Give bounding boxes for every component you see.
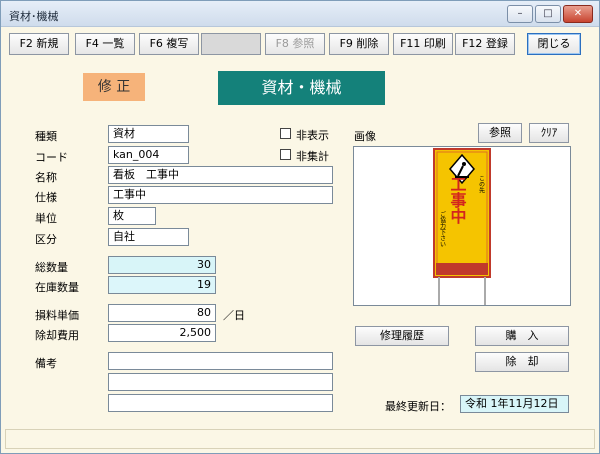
rental-price-label: 損料単価 xyxy=(35,309,79,322)
list-button[interactable]: F4 一覧 xyxy=(75,33,135,55)
spec-label: 仕様 xyxy=(35,191,57,204)
last-updated-label: 最終更新日： xyxy=(385,400,451,413)
blank-button xyxy=(201,33,261,55)
mode-badge: 修 正 xyxy=(83,73,145,101)
sign-side-text: ご協力下さい xyxy=(439,210,446,247)
division-label: 区分 xyxy=(35,233,57,246)
stock-qty-label: 在庫数量 xyxy=(35,281,79,294)
page-title: 資材・機械 xyxy=(218,71,385,105)
copy-button[interactable]: F6 複写 xyxy=(139,33,199,55)
image-label: 画像 xyxy=(354,130,376,143)
hidden-checkbox[interactable] xyxy=(280,128,291,139)
not-aggregated-checkbox[interactable] xyxy=(280,149,291,160)
rental-price-field[interactable]: 80 xyxy=(108,304,216,322)
status-bar xyxy=(5,429,595,449)
print-button[interactable]: F11 印刷 xyxy=(393,33,453,55)
name-label: 名称 xyxy=(35,171,57,184)
not-aggregated-checkbox-label: 非集計 xyxy=(296,150,329,163)
close-window-button[interactable]: ✕ xyxy=(563,5,593,23)
construction-sign-image: 工事中 この先 ご協力下さい xyxy=(433,148,491,305)
title-bar: 資材･機械 – □ ✕ xyxy=(1,1,599,27)
remarks-label: 備考 xyxy=(35,357,57,370)
disposal-cost-field[interactable]: 2,500 xyxy=(108,324,216,342)
spec-field[interactable]: 工事中 xyxy=(108,186,333,204)
category-field[interactable]: 資材 xyxy=(108,125,189,143)
hidden-checkbox-label: 非表示 xyxy=(296,129,329,142)
sign-main-text: 工事中 xyxy=(448,176,467,225)
image-preview: 工事中 この先 ご協力下さい xyxy=(353,146,571,306)
code-label: コード xyxy=(35,151,68,164)
last-updated-field: 令和 1年11月12日 xyxy=(460,395,569,413)
app-window: 資材･機械 – □ ✕ F2 新規 F4 一覧 F6 複写 F8 参照 F9 削… xyxy=(0,0,600,454)
total-qty-label: 総数量 xyxy=(35,261,68,274)
remarks-field-3[interactable] xyxy=(108,394,333,412)
remarks-field-2[interactable] xyxy=(108,373,333,391)
close-button[interactable]: 閉じる xyxy=(527,33,581,55)
per-day-label: ／日 xyxy=(223,309,245,322)
stock-qty-field[interactable]: 19 xyxy=(108,276,216,294)
window-title: 資材･機械 xyxy=(9,10,59,23)
register-button[interactable]: F12 登録 xyxy=(455,33,515,55)
unit-label: 単位 xyxy=(35,212,57,225)
remarks-field-1[interactable] xyxy=(108,352,333,370)
code-field[interactable]: kan_004 xyxy=(108,146,189,164)
image-browse-button[interactable]: 参照 xyxy=(478,123,522,143)
disposal-cost-label: 除却費用 xyxy=(35,329,79,342)
division-field[interactable]: 自社 xyxy=(108,228,189,246)
total-qty-field[interactable]: 30 xyxy=(108,256,216,274)
repair-history-button[interactable]: 修理履歴 xyxy=(355,326,449,346)
delete-button[interactable]: F9 削除 xyxy=(329,33,389,55)
sign-top-text: この先 xyxy=(478,175,485,194)
reference-button[interactable]: F8 参照 xyxy=(265,33,325,55)
dispose-button[interactable]: 除 却 xyxy=(475,352,569,372)
minimize-button[interactable]: – xyxy=(507,5,533,23)
unit-field[interactable]: 枚 xyxy=(108,207,156,225)
image-clear-button[interactable]: ｸﾘｱ xyxy=(529,123,569,143)
purchase-button[interactable]: 購 入 xyxy=(475,326,569,346)
name-field[interactable]: 看板 工事中 xyxy=(108,166,333,184)
category-label: 種類 xyxy=(35,130,57,143)
new-button[interactable]: F2 新規 xyxy=(9,33,69,55)
maximize-button[interactable]: □ xyxy=(535,5,561,23)
